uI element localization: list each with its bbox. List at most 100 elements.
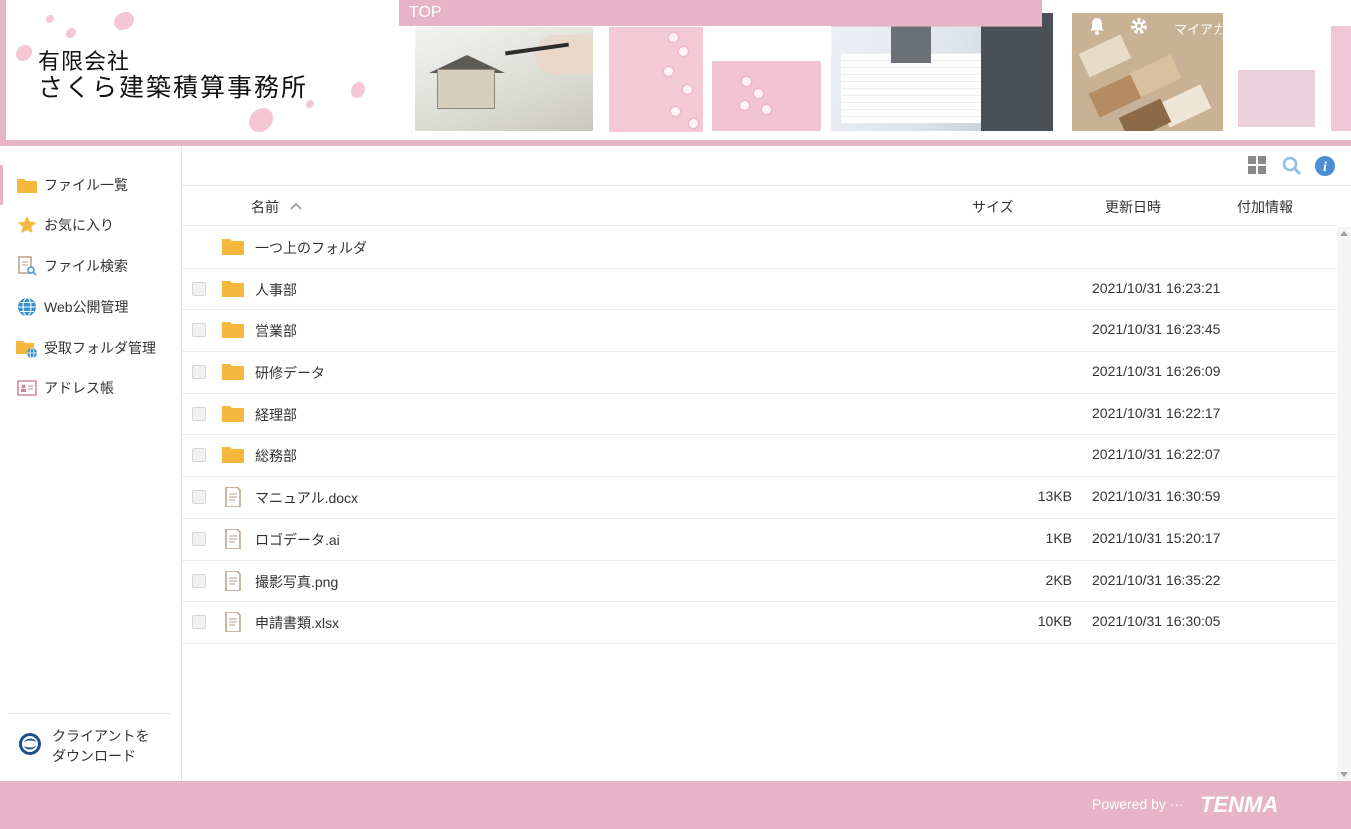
vertical-scrollbar[interactable] xyxy=(1337,227,1351,781)
column-extra-header[interactable]: 付加情報 xyxy=(1237,197,1293,217)
table-row[interactable]: ロゴデータ.ai 1KB 2021/10/31 15:20:17 xyxy=(182,519,1337,561)
sort-ascending-icon[interactable] xyxy=(289,199,303,213)
folder-icon xyxy=(222,404,244,424)
sidebar-item-favorites[interactable]: お気に入り xyxy=(0,205,181,245)
decorative-strip xyxy=(1331,26,1351,131)
file-date: 2021/10/31 16:23:21 xyxy=(1092,279,1221,296)
client-download-button[interactable]: クライアントを ダウンロード xyxy=(18,726,149,766)
folder-icon xyxy=(222,320,244,340)
petal-decoration xyxy=(114,12,134,30)
table-row[interactable]: 経理部 2021/10/31 16:22:17 xyxy=(182,394,1337,436)
company-name-line1: 有限会社 xyxy=(38,50,131,75)
star-icon xyxy=(16,215,38,235)
file-size: 2KB xyxy=(1045,571,1072,588)
row-checkbox[interactable] xyxy=(192,615,206,630)
file-name[interactable]: ロゴデータ.ai xyxy=(255,530,340,550)
grid-view-icon[interactable] xyxy=(1248,156,1268,176)
scroll-up-arrow-icon[interactable] xyxy=(1340,231,1348,236)
blossom xyxy=(754,89,763,98)
file-list-panel: i 名前 サイズ 更新日時 付加情報 一つ上のフォルダ 人事部 2021/10/… xyxy=(182,146,1351,781)
file-name[interactable]: 総務部 xyxy=(255,446,297,466)
petal-decoration xyxy=(16,45,32,61)
table-row[interactable]: 人事部 2021/10/31 16:23:21 xyxy=(182,269,1337,311)
powered-by-text: Powered by ··· xyxy=(1092,796,1184,812)
folder-globe-icon xyxy=(16,338,38,358)
folder-icon xyxy=(222,279,244,299)
row-checkbox[interactable] xyxy=(192,406,206,421)
table-row[interactable]: 総務部 2021/10/31 16:22:07 xyxy=(182,435,1337,478)
row-checkbox[interactable] xyxy=(192,573,206,588)
sidebar-item-web-publish[interactable]: Web公開管理 xyxy=(0,287,181,327)
file-date: 2021/10/31 16:26:09 xyxy=(1092,363,1221,380)
search-icon[interactable] xyxy=(1282,156,1302,176)
document-icon xyxy=(222,528,244,550)
file-size: 1KB xyxy=(1045,529,1072,546)
parent-folder-row[interactable]: 一つ上のフォルダ xyxy=(182,227,1337,269)
blossom xyxy=(664,67,673,76)
column-date-header[interactable]: 更新日時 xyxy=(1105,197,1161,217)
sakura-photo xyxy=(712,61,821,131)
file-name[interactable]: 撮影写真.png xyxy=(255,572,338,592)
file-search-icon xyxy=(16,256,38,276)
info-icon[interactable]: i xyxy=(1315,156,1335,176)
file-name[interactable]: 申請書類.xlsx xyxy=(255,613,339,633)
house-shape xyxy=(437,69,495,109)
file-date: 2021/10/31 16:30:59 xyxy=(1092,488,1221,505)
row-checkbox[interactable] xyxy=(192,323,206,338)
person-shape xyxy=(981,13,1053,131)
blossom xyxy=(742,77,751,86)
document-icon xyxy=(222,569,244,592)
sidebar-item-label: アドレス帳 xyxy=(44,380,114,396)
row-checkbox[interactable] xyxy=(192,281,206,296)
sidebar-item-label: ファイル検索 xyxy=(44,258,128,274)
table-row[interactable]: マニュアル.docx 13KB 2021/10/31 16:30:59 xyxy=(182,477,1337,519)
table-row[interactable]: 研修データ 2021/10/31 16:26:09 xyxy=(182,352,1337,394)
file-date: 2021/10/31 16:22:17 xyxy=(1092,404,1221,421)
sidebar-item-label: ファイル一覧 xyxy=(44,177,128,193)
file-name[interactable]: 研修データ xyxy=(255,363,325,383)
row-checkbox[interactable] xyxy=(192,490,206,505)
office-meeting-photo xyxy=(831,13,1053,131)
scroll-down-arrow-icon[interactable] xyxy=(1340,772,1348,777)
row-checkbox[interactable] xyxy=(192,365,206,380)
table-row[interactable]: 営業部 2021/10/31 16:23:45 xyxy=(182,310,1337,353)
client-download-label: クライアントを ダウンロード xyxy=(52,726,149,766)
table-header: 名前 サイズ 更新日時 付加情報 xyxy=(182,187,1337,226)
sidebar-item-label: お気に入り xyxy=(44,217,114,233)
hand-shape xyxy=(535,35,593,75)
file-name[interactable]: 人事部 xyxy=(255,280,297,300)
blossom xyxy=(740,101,749,110)
sidebar-item-file-search[interactable]: ファイル検索 xyxy=(0,246,181,286)
row-checkbox[interactable] xyxy=(192,448,206,463)
client-download-line2: ダウンロード xyxy=(52,748,136,764)
file-name[interactable]: 経理部 xyxy=(255,405,297,425)
tenma-logo: TENMA xyxy=(1200,792,1279,817)
blossom xyxy=(683,85,692,94)
sidebar-item-label: 受取フォルダ管理 xyxy=(44,340,156,356)
sidebar-item-file-list[interactable]: ファイル一覧 xyxy=(0,165,181,205)
folder-icon xyxy=(16,175,38,195)
sidebar-item-label: Web公開管理 xyxy=(44,299,129,315)
bell-icon[interactable] xyxy=(1086,16,1108,38)
folder-icon xyxy=(222,362,244,382)
blossom xyxy=(762,105,771,114)
sidebar-item-address-book[interactable]: アドレス帳 xyxy=(0,368,181,408)
file-name[interactable]: 営業部 xyxy=(255,321,297,341)
company-logo[interactable]: 有限会社 さくら建築積算事務所 xyxy=(0,0,405,140)
file-date: 2021/10/31 16:23:45 xyxy=(1092,321,1221,338)
top-nav-tab[interactable]: TOP xyxy=(399,0,1042,26)
blossom xyxy=(669,33,678,42)
column-name-header[interactable]: 名前 xyxy=(251,197,279,217)
file-name[interactable]: マニュアル.docx xyxy=(255,488,358,508)
sidebar: ファイル一覧 お気に入り ファイル検索 Web公開管理 受取フォルダ管理 アドレ… xyxy=(0,146,182,781)
client-download-line1: クライアントを xyxy=(52,728,150,744)
header: 有限会社 さくら建築積算事務所 TOP マイアカ xyxy=(0,0,1351,146)
petal-decoration xyxy=(351,82,365,98)
my-account-link[interactable]: マイアカウント xyxy=(1174,19,1222,38)
table-row[interactable]: 撮影写真.png 2KB 2021/10/31 16:35:22 xyxy=(182,561,1337,603)
table-row[interactable]: 申請書類.xlsx 10KB 2021/10/31 16:30:05 xyxy=(182,602,1337,644)
sidebar-item-receive-folder[interactable]: 受取フォルダ管理 xyxy=(0,328,181,368)
column-size-header[interactable]: サイズ xyxy=(972,197,1014,217)
gear-icon[interactable] xyxy=(1128,16,1150,38)
row-checkbox[interactable] xyxy=(192,531,206,546)
